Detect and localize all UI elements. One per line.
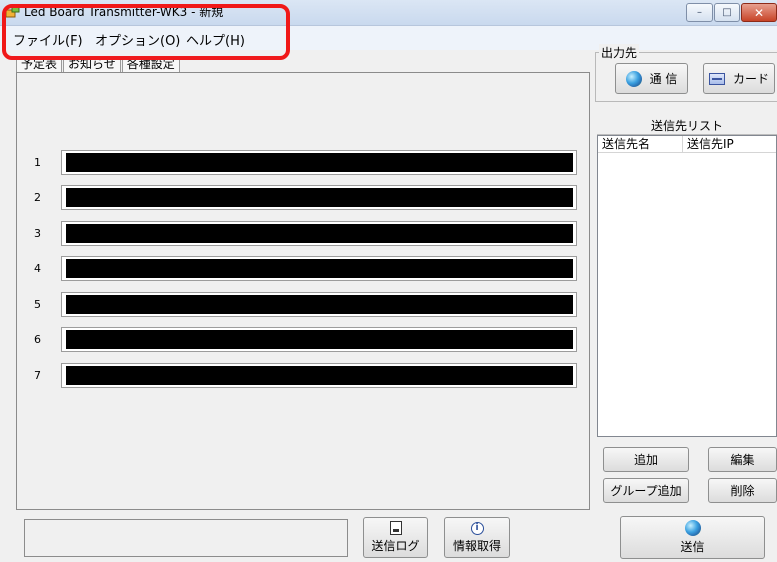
edit-button[interactable]: 編集	[708, 447, 777, 472]
close-icon: ✕	[753, 5, 765, 20]
info-get-button[interactable]: i 情報取得	[444, 517, 510, 558]
communication-label: 通 信	[649, 72, 678, 86]
status-field	[24, 519, 348, 557]
display-line-field[interactable]	[61, 150, 577, 175]
title-bar: Led Board Transmitter-WK3 - 新規 – □ ✕	[0, 0, 777, 26]
row-number: 5	[34, 298, 41, 311]
display-line-field[interactable]	[61, 256, 577, 281]
globe-icon	[625, 70, 642, 87]
communication-button[interactable]: 通 信	[615, 63, 688, 94]
info-icon: i	[470, 521, 484, 535]
minimize-button[interactable]: –	[686, 3, 713, 22]
tab-schedule[interactable]: 予定表	[16, 56, 63, 73]
display-line-field[interactable]	[61, 327, 577, 352]
display-line-field[interactable]	[61, 185, 577, 210]
tab-notice[interactable]: お知らせ	[63, 56, 121, 73]
menu-options[interactable]: オプション(O)	[95, 30, 180, 49]
close-button[interactable]: ✕	[741, 3, 777, 22]
app-icon	[6, 6, 20, 18]
schedule-panel	[16, 72, 590, 510]
maximize-icon: □	[722, 6, 732, 18]
send-label: 送信	[680, 540, 705, 554]
send-list-title: 送信先リスト	[597, 118, 777, 135]
send-log-button[interactable]: 送信ログ	[363, 517, 428, 558]
card-button[interactable]: カード	[703, 63, 775, 94]
row-number: 4	[34, 262, 41, 275]
column-header-name[interactable]: 送信先名	[598, 136, 683, 153]
globe-icon	[684, 520, 701, 536]
info-get-label: 情報取得	[452, 538, 501, 553]
delete-button[interactable]: 削除	[708, 478, 777, 503]
maximize-button[interactable]: □	[714, 3, 740, 22]
send-button[interactable]: 送信	[620, 516, 765, 559]
card-icon	[708, 72, 725, 85]
log-icon	[389, 521, 402, 535]
row-number: 6	[34, 333, 41, 346]
column-header-ip[interactable]: 送信先IP	[683, 136, 777, 153]
menu-bar: ファイル(F) オプション(O) ヘルプ(H)	[0, 26, 777, 50]
minimize-icon: –	[697, 6, 702, 18]
send-list[interactable]: 送信先名 送信先IP	[597, 135, 777, 437]
display-line-field[interactable]	[61, 363, 577, 388]
row-number: 7	[34, 369, 41, 382]
tab-strip: 予定表 お知らせ 各種設定	[16, 56, 181, 73]
card-label: カード	[732, 72, 769, 86]
send-log-label: 送信ログ	[371, 539, 420, 553]
display-line-field[interactable]	[61, 221, 577, 246]
add-button[interactable]: 追加	[603, 447, 689, 472]
row-number: 1	[34, 156, 41, 169]
display-line-field[interactable]	[61, 292, 577, 317]
row-number: 2	[34, 191, 41, 204]
list-header: 送信先名 送信先IP	[598, 136, 776, 153]
tab-settings[interactable]: 各種設定	[121, 56, 180, 73]
group-add-button[interactable]: グループ追加	[603, 478, 689, 503]
output-destination-label: 出力先	[599, 44, 640, 61]
row-number: 3	[34, 227, 41, 240]
menu-file[interactable]: ファイル(F)	[13, 30, 83, 49]
window-title: Led Board Transmitter-WK3 - 新規	[24, 5, 224, 19]
menu-help[interactable]: ヘルプ(H)	[186, 30, 245, 49]
